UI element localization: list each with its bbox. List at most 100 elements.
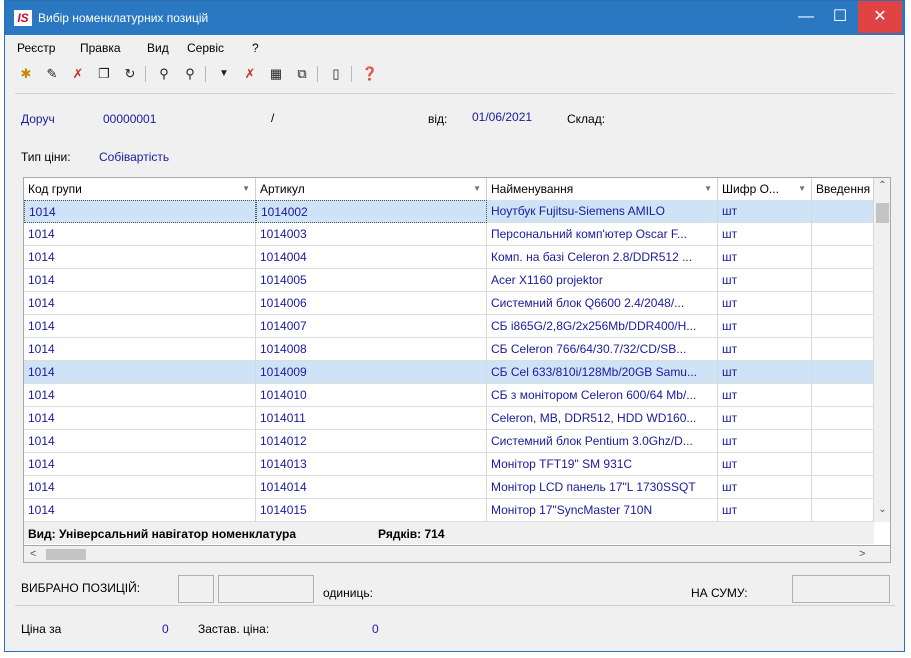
cell-article: 1014011 [256,407,487,430]
toolbar-separator [317,66,318,82]
table-row[interactable]: 1014 1014012 Системний блок Pentium 3.0Ghz… [24,430,874,453]
selected-count-field[interactable] [178,575,214,603]
cell-entry [812,223,874,246]
sort-arrow-icon: ▼ [798,184,806,193]
column-header-label: Введення [816,182,871,196]
cell-group: 1014 [24,338,256,361]
scroll-thumb[interactable] [46,549,86,560]
cell-name: СБ з монітором Celeron 600/64 Mb/... [487,384,718,407]
cell-group: 1014 [24,269,256,292]
toolbar-separator [351,66,352,82]
table-row[interactable]: 1014 1014007 СБ i865G/2,8G/2x256Mb/DDR400/… [24,315,874,338]
table-row[interactable]: 1014 1014005 Acer X1160 projektor шт [24,269,874,292]
sum-field[interactable] [792,575,890,603]
table-row[interactable]: 1014 1014014 Монітор LCD панель 17"L 1730S… [24,476,874,499]
table-row[interactable]: 1014 1014006 Системний блок Q6600 2.4/2048… [24,292,874,315]
close-button[interactable]: ✕ [858,1,902,33]
table-row[interactable]: 1014 1014013 Монітор TFT19" SM 931C шт [24,453,874,476]
column-header-unit[interactable]: Шифр О... ▼ [718,178,812,200]
filter-icon[interactable]: ▼ [213,63,235,85]
menu-view[interactable]: Вид [147,41,169,55]
cell-article: 1014014 [256,476,487,499]
refresh-icon[interactable]: ↻ [119,63,141,85]
cell-article: 1014013 [256,453,487,476]
cell-name: Системний блок Pentium 3.0Ghz/D... [487,430,718,453]
cell-unit: шт [718,384,812,407]
cell-entry [812,269,874,292]
column-header-name[interactable]: Найменування ▼ [487,178,718,200]
scroll-right-icon[interactable]: > [859,546,865,563]
cell-name: СБ i865G/2,8G/2x256Mb/DDR400/H... [487,315,718,338]
cell-unit: шт [718,246,812,269]
units-label: одиниць: [323,586,373,600]
menu-edit[interactable]: Правка [80,41,121,55]
from-label: від: [428,112,448,126]
cell-group: 1014 [24,246,256,269]
copy-icon[interactable]: ❐ [93,63,115,85]
scroll-up-icon[interactable]: ⌃ [874,180,890,191]
cell-article: 1014010 [256,384,487,407]
title-bar[interactable]: IS Вибір номенклатурних позицій — ☐ ✕ [5,1,904,35]
table-row[interactable]: 1014 1014015 Монітор 17"SyncMaster 710N шт [24,499,874,522]
search-icon[interactable]: ⚲ [153,63,175,85]
window-title: Вибір номенклатурних позицій [38,11,209,25]
cell-name: Комп. на базі Celeron 2.8/DDR512 ... [487,246,718,269]
menu-registry[interactable]: Реєстр [17,41,55,55]
maximize-button[interactable]: ☐ [823,1,857,33]
menu-help[interactable]: ? [252,41,259,55]
new-icon[interactable]: ✱ [15,63,37,85]
table-row[interactable]: 1014 1014002 Ноутбук Fujitsu-Siemens AMILO… [24,200,874,223]
help-icon[interactable]: ❓ [359,63,381,85]
toolbar-separator [205,66,206,82]
document-icon[interactable]: ▯ [325,63,347,85]
cell-entry [812,200,874,223]
table-row[interactable]: 1014 1014003 Персональний комп'ютер Oscar … [24,223,874,246]
cell-article: 1014007 [256,315,487,338]
cell-entry [812,315,874,338]
selected-positions-label: ВИБРАНО ПОЗИЦІЙ: [21,581,141,595]
minimize-button[interactable]: — [789,1,823,33]
price-type-label: Тип ціни: [21,150,71,164]
table-row[interactable]: 1014 1014004 Комп. на базі Celeron 2.8/DDR… [24,246,874,269]
table-row[interactable]: 1014 1014008 СБ Celeron 766/64/30.7/32/CD/… [24,338,874,361]
sort-arrow-icon: ▼ [704,184,712,193]
view-status: Вид: Універсальний навігатор номенклатур… [28,527,297,541]
cell-unit: шт [718,453,812,476]
doc-number: 00000001 [103,112,157,126]
cell-group: 1014 [24,499,256,522]
horizontal-scrollbar[interactable]: < > [23,546,891,563]
table-row[interactable]: 1014 1014010 СБ з монітором Celeron 600/64… [24,384,874,407]
column-header-article[interactable]: Артикул ▼ [256,178,487,200]
table-icon[interactable]: ▦ [265,63,287,85]
doc-label: Доруч [21,112,55,126]
vertical-scrollbar[interactable]: ⌃ ⌄ [874,178,890,522]
cell-article: 1014005 [256,269,487,292]
cell-entry [812,384,874,407]
row-count: Рядків: 714 [378,527,445,541]
cell-entry [812,499,874,522]
scroll-down-icon[interactable]: ⌄ [874,504,890,515]
table-row[interactable]: 1014 1014011 Celeron, MB, DDR512, HDD WD16… [24,407,874,430]
delete-icon[interactable]: ✗ [67,63,89,85]
cell-name: Монітор 17"SyncMaster 710N [487,499,718,522]
column-header-label: Артикул [260,182,305,196]
menu-service[interactable]: Сервіс [187,41,224,55]
view-icon[interactable]: ⧉ [291,63,313,85]
footer-divider [15,605,895,606]
column-header-entry[interactable]: Введення [812,178,874,200]
cell-unit: шт [718,200,812,223]
cell-article: 1014012 [256,430,487,453]
selection-window: IS Вибір номенклатурних позицій — ☐ ✕ Ре… [4,0,905,652]
table-row[interactable]: 1014 1014009 СБ Cel 633/810i/128Mb/20GB Sa… [24,361,874,384]
cell-unit: шт [718,476,812,499]
column-header-group[interactable]: Код групи ▼ [24,178,256,200]
selected-quantity-field[interactable] [218,575,314,603]
edit-icon[interactable]: ✎ [41,63,63,85]
price-type-value[interactable]: Собівартість [99,150,169,164]
cell-name: СБ Cel 633/810i/128Mb/20GB Samu... [487,361,718,384]
scroll-left-icon[interactable]: < [30,546,36,563]
cell-article: 1014008 [256,338,487,361]
search-next-icon[interactable]: ⚲ [179,63,201,85]
scroll-thumb[interactable] [876,203,889,223]
clear-filter-icon[interactable]: ✗ [239,63,261,85]
